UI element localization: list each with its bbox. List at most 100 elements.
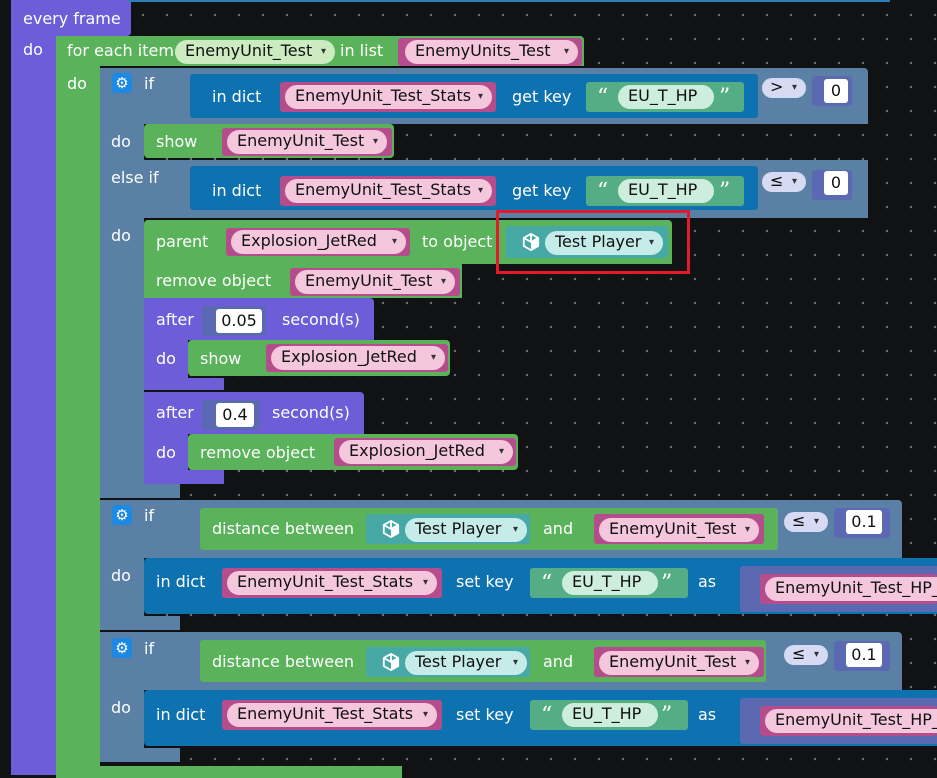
selection-highlight-box	[496, 210, 690, 274]
else-if-label: else if	[111, 168, 159, 187]
distance-target-dropdown[interactable]: EnemyUnit_Test ▾	[599, 518, 759, 542]
show-label: show	[156, 132, 198, 151]
dict-variable-dropdown[interactable]: EnemyUnit_Test_Stats ▾	[227, 571, 437, 595]
show-label: show	[200, 349, 242, 368]
chevron-down-icon: ▾	[391, 236, 397, 247]
remove-object-label: remove object	[200, 443, 316, 462]
key-string-field[interactable]: EU_T_HP	[618, 179, 714, 203]
parent-child-dropdown[interactable]: Explosion_JetRed ▾	[231, 230, 406, 254]
remove-object-label: remove object	[156, 271, 272, 290]
show-target-dropdown[interactable]: EnemyUnit_Test ▾	[227, 130, 387, 154]
chevron-down-icon: ▾	[430, 352, 436, 363]
key-string-text: EU_T_HP	[628, 180, 698, 199]
close-quote-icon: ”	[719, 85, 731, 110]
dict-variable-dropdown[interactable]: EnemyUnit_Test_Stats ▾	[285, 85, 492, 109]
in-dict-label: in dict	[156, 572, 206, 591]
in-dict-label: in dict	[212, 181, 262, 200]
canvas-top-edge	[128, 0, 890, 2]
key-string-text: EU_T_HP	[572, 572, 642, 591]
remove-target-dropdown[interactable]: EnemyUnit_Test ▾	[295, 270, 455, 294]
show-target-text: EnemyUnit_Test	[237, 131, 365, 150]
key-string-text: EU_T_HP	[572, 704, 642, 723]
object-dropdown[interactable]: Test Player ▾	[405, 651, 527, 675]
object-dropdown[interactable]: Test Player ▾	[405, 518, 527, 542]
chevron-down-icon: ▾	[744, 657, 750, 668]
open-quote-icon: “	[541, 571, 553, 596]
show-target-text: Explosion_JetRed	[281, 347, 417, 366]
in-list-label: in list	[340, 41, 384, 60]
number-input[interactable]: 0	[824, 171, 848, 195]
chevron-down-icon: ▾	[813, 649, 819, 660]
number-input[interactable]: 0.1	[846, 643, 882, 667]
delay-number-input[interactable]: 0.4	[216, 403, 254, 427]
operator-dropdown[interactable]: > ▾	[762, 78, 806, 98]
open-quote-icon: “	[541, 703, 553, 728]
object-text: Test Player	[415, 652, 502, 671]
open-quote-icon: “	[597, 179, 609, 204]
chevron-down-icon: ▾	[744, 524, 750, 535]
after-label: after	[156, 403, 194, 422]
cube-icon	[382, 520, 400, 538]
operator-text: ≤	[770, 171, 784, 190]
and-label: and	[543, 652, 574, 671]
object-text: Test Player	[415, 519, 502, 538]
as-label: as	[698, 572, 717, 591]
chevron-down-icon: ▾	[320, 46, 326, 57]
dict-variable-dropdown[interactable]: EnemyUnit_Test_Stats ▾	[227, 703, 437, 727]
seconds-label: second(s)	[282, 310, 360, 329]
delay-number-input[interactable]: 0.05	[216, 309, 262, 333]
show-target-dropdown[interactable]: Explosion_JetRed ▾	[271, 346, 445, 370]
chevron-down-icon: ▾	[422, 709, 428, 720]
distance-target-text: EnemyUnit_Test	[609, 652, 737, 671]
loop-item-dropdown[interactable]: EnemyUnit_Test ▾	[175, 40, 335, 64]
operator-dropdown[interactable]: ≤ ▾	[784, 645, 828, 665]
chevron-down-icon: ▾	[422, 577, 428, 588]
close-quote-icon: ”	[661, 703, 673, 728]
distance-label: distance between	[212, 652, 355, 671]
do-label: do	[111, 698, 131, 717]
close-quote-icon: ”	[661, 571, 673, 596]
after-label: after	[156, 310, 194, 329]
distance-label: distance between	[212, 519, 355, 538]
chevron-down-icon: ▾	[512, 524, 518, 535]
get-key-label: get key	[512, 181, 572, 200]
key-string-text: EU_T_HP	[628, 86, 698, 105]
set-key-label: set key	[456, 572, 514, 591]
gear-icon[interactable]: ⚙	[112, 73, 132, 93]
list-variable-dropdown[interactable]: EnemyUnits_Test ▾	[405, 40, 578, 64]
as-value-dropdown[interactable]: EnemyUnit_Test_HP_	[765, 577, 937, 601]
in-dict-label: in dict	[212, 87, 262, 106]
as-value-text: EnemyUnit_Test_HP_	[775, 710, 937, 729]
after-block-2-bottom	[144, 470, 224, 484]
if-block-2-bottom	[100, 616, 180, 630]
chevron-down-icon: ▾	[372, 136, 378, 147]
loop-item-text: EnemyUnit_Test	[185, 41, 313, 60]
close-quote-icon: ”	[719, 179, 731, 204]
every-frame-label: every frame	[23, 9, 121, 28]
gear-icon[interactable]: ⚙	[112, 505, 132, 525]
loop-do-label: do	[67, 74, 87, 93]
number-input[interactable]: 0.1	[846, 510, 882, 534]
dict-variable-dropdown[interactable]: EnemyUnit_Test_Stats ▾	[285, 179, 492, 203]
cube-icon	[382, 653, 400, 671]
remove-target-dropdown[interactable]: Explosion_JetRed ▾	[339, 440, 513, 464]
if-label: if	[144, 506, 155, 525]
every-frame-do-label: do	[23, 40, 43, 59]
gear-icon[interactable]: ⚙	[112, 638, 132, 658]
dict-variable-text: EnemyUnit_Test_Stats	[237, 572, 414, 591]
for-each-arm	[56, 36, 100, 775]
to-object-label: to object	[422, 232, 493, 251]
chevron-down-icon: ▾	[440, 276, 446, 287]
number-input[interactable]: 0	[824, 79, 848, 103]
open-quote-icon: “	[597, 85, 609, 110]
as-value-dropdown[interactable]: EnemyUnit_Test_HP_	[765, 709, 937, 733]
if-label: if	[144, 639, 155, 658]
operator-dropdown[interactable]: ≤ ▾	[762, 172, 806, 192]
every-frame-arm	[11, 0, 56, 775]
operator-dropdown[interactable]: ≤ ▾	[784, 512, 828, 532]
chevron-down-icon: ▾	[498, 446, 504, 457]
key-string-field[interactable]: EU_T_HP	[562, 703, 658, 727]
key-string-field[interactable]: EU_T_HP	[618, 85, 714, 109]
key-string-field[interactable]: EU_T_HP	[562, 571, 658, 595]
distance-target-dropdown[interactable]: EnemyUnit_Test ▾	[599, 651, 759, 675]
